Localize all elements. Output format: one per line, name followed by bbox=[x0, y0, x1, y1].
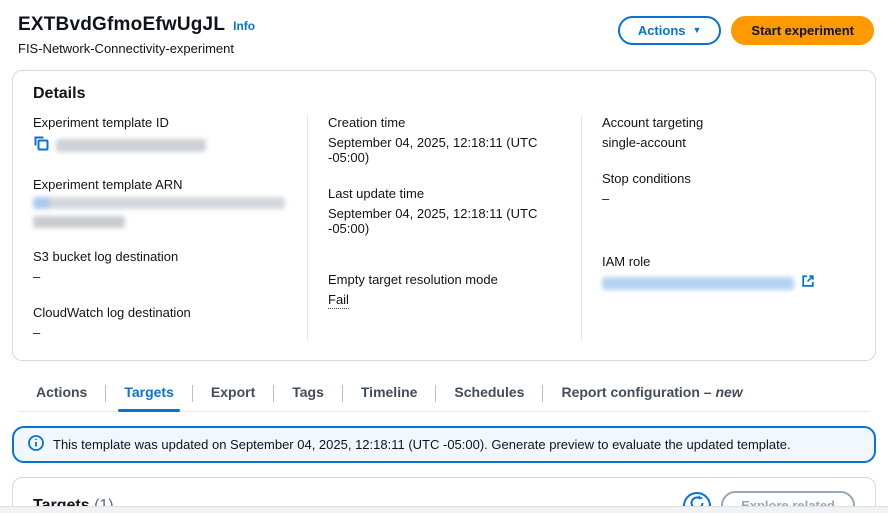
info-alert: This template was updated on September 0… bbox=[12, 426, 876, 463]
redacted-template-arn-line2 bbox=[33, 216, 125, 228]
tab-tags[interactable]: Tags bbox=[274, 375, 342, 411]
field-s3-log-destination: S3 bucket log destination – bbox=[33, 249, 179, 284]
field-empty-target-resolution-mode: Empty target resolution mode Fail bbox=[328, 272, 498, 309]
tab-targets[interactable]: Targets bbox=[106, 375, 192, 412]
redacted-template-id bbox=[56, 139, 206, 152]
page-title: EXTBvdGfmoEfwUgJL bbox=[18, 14, 226, 35]
details-column-2: Creation time September 04, 2025, 12:18:… bbox=[307, 115, 581, 340]
field-creation-time: Creation time September 04, 2025, 12:18:… bbox=[328, 115, 538, 165]
tab-actions[interactable]: Actions bbox=[18, 375, 105, 411]
tab-report-configuration[interactable]: Report configuration – new bbox=[543, 375, 760, 411]
external-link-icon bbox=[801, 274, 815, 293]
field-experiment-template-arn: Experiment template ARN bbox=[33, 177, 289, 228]
redacted-template-arn-line1 bbox=[33, 197, 285, 209]
field-account-targeting: Account targeting single-account bbox=[602, 115, 704, 150]
start-experiment-button[interactable]: Start experiment bbox=[731, 16, 874, 45]
info-circle-icon bbox=[28, 435, 44, 454]
iam-role-link[interactable] bbox=[602, 274, 837, 293]
info-link[interactable]: Info bbox=[233, 19, 255, 33]
details-heading: Details bbox=[33, 85, 86, 102]
tab-timeline[interactable]: Timeline bbox=[343, 375, 436, 411]
details-panel: Details Experiment template ID Experimen… bbox=[12, 70, 876, 361]
header-buttons: Actions ▼ Start experiment bbox=[617, 14, 874, 45]
field-cloudwatch-log-destination: CloudWatch log destination – bbox=[33, 305, 191, 340]
details-column-1: Experiment template ID Experiment templa… bbox=[33, 115, 307, 340]
alert-message: This template was updated on September 0… bbox=[53, 437, 791, 452]
copy-icon[interactable] bbox=[33, 135, 49, 156]
caret-down-icon: ▼ bbox=[692, 25, 702, 35]
tab-schedules[interactable]: Schedules bbox=[436, 375, 542, 411]
page-header-left: EXTBvdGfmoEfwUgJL Info FIS-Network-Conne… bbox=[18, 14, 255, 56]
tab-bar: Actions Targets Export Tags Timeline Sch… bbox=[18, 375, 870, 412]
page-header: EXTBvdGfmoEfwUgJL Info FIS-Network-Conne… bbox=[0, 0, 888, 56]
field-experiment-template-id: Experiment template ID bbox=[33, 115, 289, 156]
field-iam-role: IAM role bbox=[602, 254, 837, 293]
actions-button[interactable]: Actions ▼ bbox=[617, 16, 722, 45]
viewport-bottom-strip bbox=[0, 506, 888, 513]
field-stop-conditions: Stop conditions – bbox=[602, 171, 691, 206]
tab-export[interactable]: Export bbox=[193, 375, 273, 411]
field-last-update-time: Last update time September 04, 2025, 12:… bbox=[328, 186, 538, 236]
redacted-iam-role bbox=[602, 277, 794, 290]
details-column-3: Account targeting single-account Stop co… bbox=[581, 115, 855, 340]
page-subtitle: FIS-Network-Connectivity-experiment bbox=[18, 41, 235, 56]
empty-target-mode-trigger[interactable]: Fail bbox=[328, 292, 349, 309]
